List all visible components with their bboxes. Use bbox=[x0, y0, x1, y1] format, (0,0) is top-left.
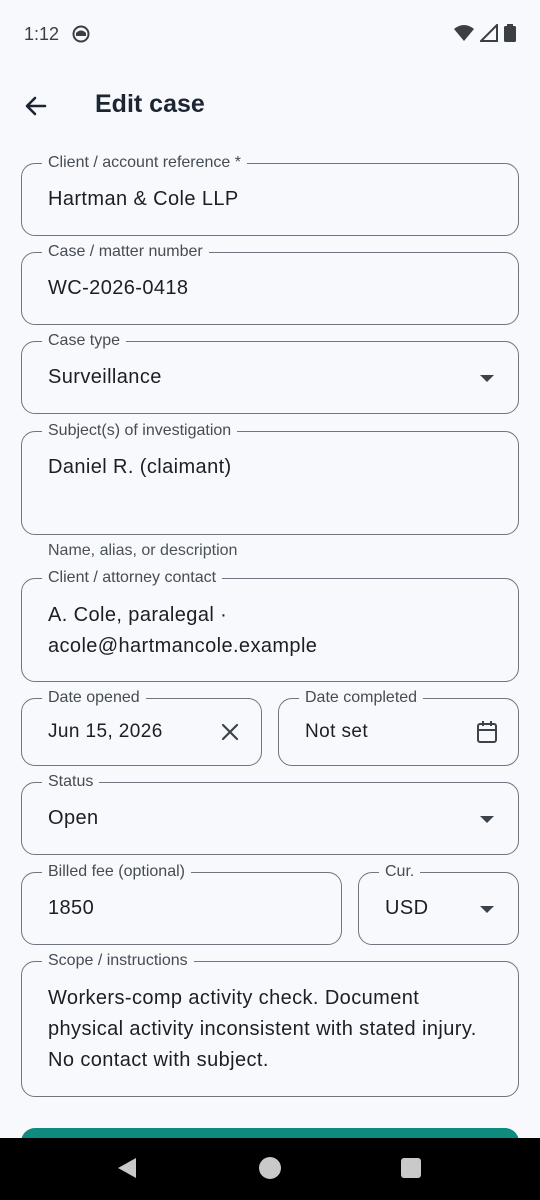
currency-select[interactable]: Cur. USD bbox=[358, 862, 519, 945]
case-type-value: Surveillance bbox=[48, 366, 162, 388]
date-completed-value: Not set bbox=[305, 721, 368, 742]
scope-label: Scope / instructions bbox=[42, 951, 194, 971]
clear-date-button[interactable] bbox=[217, 719, 243, 745]
close-icon bbox=[221, 723, 239, 741]
billed-fee-value: 1850 bbox=[48, 897, 95, 919]
date-opened-field[interactable]: Date opened Jun 15, 2026 bbox=[21, 688, 262, 766]
case-number-value: WC-2026-0418 bbox=[48, 277, 189, 299]
date-completed-field[interactable]: Date completed Not set bbox=[278, 688, 519, 766]
client-reference-label: Client / account reference * bbox=[42, 153, 247, 173]
contact-value: A. Cole, paralegal · acole@hartmancole.e… bbox=[48, 604, 318, 657]
calendar-icon bbox=[477, 721, 497, 743]
wifi-icon bbox=[454, 25, 474, 41]
signal-icon bbox=[480, 24, 498, 42]
nav-back-icon[interactable] bbox=[118, 1158, 136, 1178]
case-type-label: Case type bbox=[42, 331, 127, 351]
chevron-down-icon bbox=[480, 374, 494, 382]
status-bar: 1:12 bbox=[0, 0, 540, 70]
status-time: 1:12 bbox=[24, 24, 60, 44]
app-bar: Edit case bbox=[0, 70, 540, 142]
page-title: Edit case bbox=[95, 90, 205, 118]
client-reference-value: Hartman & Cole LLP bbox=[48, 188, 239, 210]
status-value: Open bbox=[48, 807, 99, 829]
date-opened-value: Jun 15, 2026 bbox=[48, 721, 163, 742]
notification-icon bbox=[72, 25, 90, 43]
system-nav-bar bbox=[0, 1138, 540, 1200]
case-type-select[interactable]: Case type Surveillance bbox=[21, 331, 519, 414]
date-picker-button[interactable] bbox=[474, 719, 500, 745]
client-reference-field[interactable]: Client / account reference * Hartman & C… bbox=[21, 153, 519, 236]
subjects-label: Subject(s) of investigation bbox=[42, 421, 238, 441]
status-label: Status bbox=[42, 772, 100, 792]
battery-icon bbox=[504, 24, 516, 42]
scope-field[interactable]: Scope / instructions Workers-comp activi… bbox=[21, 951, 519, 1097]
billed-fee-field[interactable]: Billed fee (optional) 1850 bbox=[21, 862, 342, 945]
subjects-field[interactable]: Subject(s) of investigation Daniel R. (c… bbox=[21, 421, 519, 535]
case-number-label: Case / matter number bbox=[42, 242, 209, 262]
status-select[interactable]: Status Open bbox=[21, 772, 519, 855]
arrow-left-icon bbox=[25, 96, 47, 116]
chevron-down-icon bbox=[480, 815, 494, 823]
billed-fee-label: Billed fee (optional) bbox=[42, 862, 191, 882]
case-number-field[interactable]: Case / matter number WC-2026-0418 bbox=[21, 242, 519, 325]
subjects-value: Daniel R. (claimant) bbox=[48, 456, 232, 478]
date-opened-label: Date opened bbox=[42, 688, 146, 708]
contact-label: Client / attorney contact bbox=[42, 568, 223, 588]
chevron-down-icon bbox=[480, 905, 494, 913]
scope-value: Workers-comp activity check. Document ph… bbox=[48, 987, 477, 1071]
currency-value: USD bbox=[385, 897, 429, 919]
back-button[interactable] bbox=[18, 88, 54, 124]
nav-home-icon[interactable] bbox=[259, 1157, 281, 1179]
date-completed-label: Date completed bbox=[299, 688, 424, 708]
nav-recents-icon[interactable] bbox=[401, 1158, 421, 1178]
subjects-helper-text: Name, alias, or description bbox=[48, 542, 238, 559]
currency-label: Cur. bbox=[379, 862, 421, 882]
contact-field[interactable]: Client / attorney contact A. Cole, paral… bbox=[21, 568, 519, 682]
